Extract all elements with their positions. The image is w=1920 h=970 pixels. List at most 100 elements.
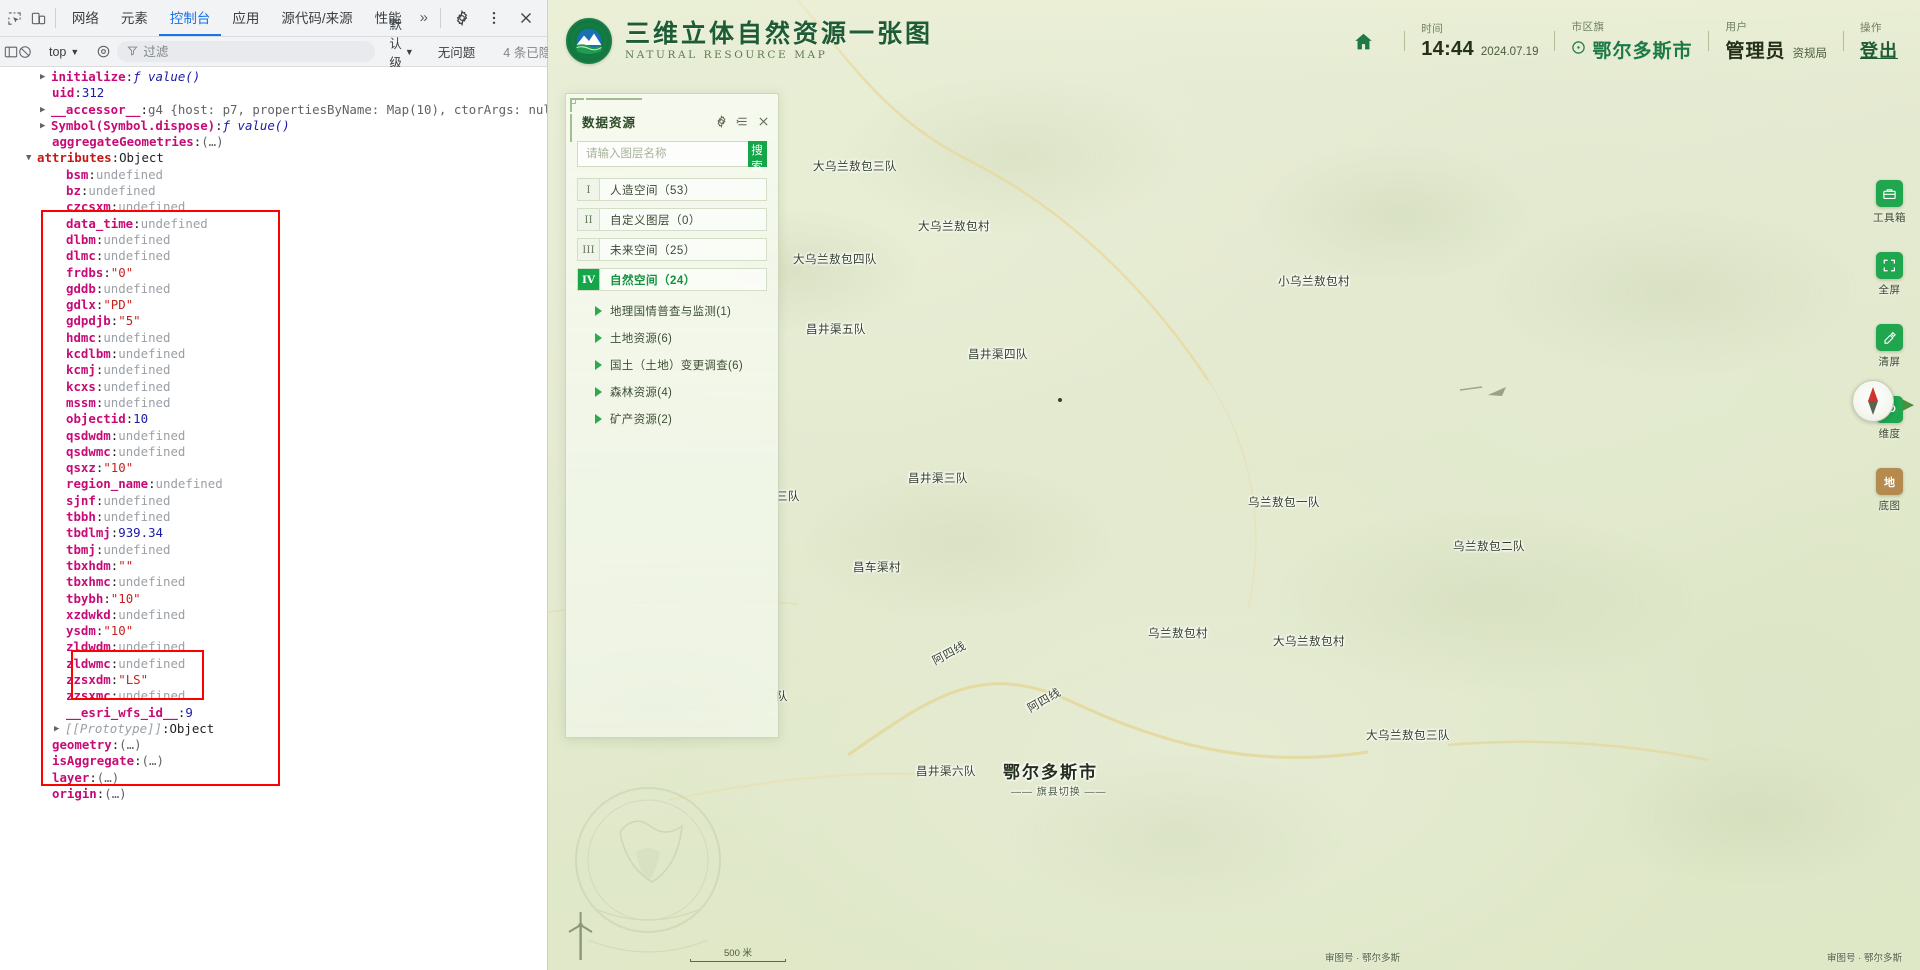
- chevron-right-icon[interactable]: [595, 360, 602, 370]
- tab-console[interactable]: 控制台: [158, 0, 222, 36]
- close-icon[interactable]: [757, 115, 770, 128]
- console-property-row[interactable]: zldwmc: undefined: [0, 656, 547, 672]
- console-property-row[interactable]: uid: 312: [0, 85, 547, 101]
- map-tool-底图[interactable]: 地底图: [1876, 468, 1903, 513]
- chevron-right-icon[interactable]: [595, 306, 602, 316]
- map-tool-全屏[interactable]: 全屏: [1876, 252, 1903, 297]
- chevron-right-icon[interactable]: [595, 333, 602, 343]
- gear-icon[interactable]: [446, 3, 478, 33]
- tab-elements[interactable]: 元素: [110, 0, 159, 36]
- expand-triangle-closed-icon[interactable]: ▶: [40, 69, 51, 85]
- console-filter-box[interactable]: [117, 41, 376, 62]
- console-property-row[interactable]: qsdwmc: undefined: [0, 444, 547, 460]
- fullscreen-icon[interactable]: [1876, 252, 1903, 279]
- logout-button[interactable]: 登出: [1860, 37, 1898, 63]
- console-property-row[interactable]: ▶ __accessor__: g4 {host: p7, propertiesB…: [0, 102, 547, 118]
- tab-sources[interactable]: 源代码/来源: [270, 0, 363, 36]
- layer-tree-node[interactable]: 矿产资源(2): [577, 411, 767, 427]
- layer-search-button[interactable]: 搜索: [748, 141, 767, 173]
- tab-application[interactable]: 应用: [221, 0, 270, 36]
- console-property-row[interactable]: gdlx: "PD": [0, 297, 547, 313]
- map-tool-清屏[interactable]: 清屏: [1876, 324, 1903, 369]
- layer-group-item[interactable]: II 自定义图层（0）: [577, 208, 767, 231]
- layer-group-item[interactable]: III 未来空间（25）: [577, 238, 767, 261]
- console-property-row[interactable]: dlbm: undefined: [0, 232, 547, 248]
- layer-search[interactable]: 搜索: [577, 141, 767, 173]
- console-property-row[interactable]: xzdwkd: undefined: [0, 607, 547, 623]
- device-toolbar-icon[interactable]: [26, 3, 50, 33]
- console-output[interactable]: ▶ initialize: ƒ value() uid: 312 ▶ __accesso…: [0, 67, 547, 970]
- expand-triangle-open-icon[interactable]: ▼: [26, 150, 37, 166]
- console-sidebar-icon[interactable]: [4, 40, 18, 64]
- console-property-row[interactable]: kcxs: undefined: [0, 379, 547, 395]
- console-property-row[interactable]: zzsxmc: undefined: [0, 688, 547, 704]
- console-property-row[interactable]: ▶ Symbol(Symbol.dispose): ƒ value(): [0, 118, 547, 134]
- chevron-right-icon[interactable]: [595, 387, 602, 397]
- console-property-row[interactable]: zldwdm: undefined: [0, 639, 547, 655]
- console-property-row[interactable]: tbbh: undefined: [0, 509, 547, 525]
- console-property-row[interactable]: gddb: undefined: [0, 281, 547, 297]
- console-property-row[interactable]: tbmj: undefined: [0, 542, 547, 558]
- console-property-row[interactable]: layer: (…): [0, 770, 547, 786]
- inspect-element-icon[interactable]: [2, 3, 26, 33]
- layer-tree-node[interactable]: 森林资源(4): [577, 384, 767, 400]
- console-property-row[interactable]: mssm: undefined: [0, 395, 547, 411]
- console-property-row[interactable]: bsm: undefined: [0, 167, 547, 183]
- console-property-row[interactable]: zzsxdm: "LS": [0, 672, 547, 688]
- chevron-right-icon[interactable]: [595, 414, 602, 424]
- console-filter-input[interactable]: [143, 44, 366, 59]
- clear-screen-icon[interactable]: [1876, 324, 1903, 351]
- toolbox-icon[interactable]: [1876, 180, 1903, 207]
- pan-right-icon[interactable]: ▶: [1902, 395, 1914, 413]
- console-property-row[interactable]: aggregateGeometries: (…): [0, 134, 547, 150]
- compass-needle-icon[interactable]: [1852, 380, 1894, 422]
- console-property-row[interactable]: ▶ initialize: ƒ value(): [0, 69, 547, 85]
- expand-triangle-closed-icon[interactable]: ▶: [40, 118, 51, 134]
- collapse-layers-icon[interactable]: [736, 115, 749, 128]
- console-property-row[interactable]: qsdwdm: undefined: [0, 428, 547, 444]
- live-expression-icon[interactable]: [96, 40, 111, 64]
- console-property-row[interactable]: origin: (…): [0, 786, 547, 802]
- console-property-row[interactable]: data_time: undefined: [0, 216, 547, 232]
- console-property-row[interactable]: kcdlbm: undefined: [0, 346, 547, 362]
- layer-group-item[interactable]: I 人造空间（53）: [577, 178, 767, 201]
- gear-icon[interactable]: [715, 115, 728, 128]
- console-property-row[interactable]: isAggregate: (…): [0, 753, 547, 769]
- console-property-row[interactable]: kcmj: undefined: [0, 362, 547, 378]
- layer-search-input[interactable]: [577, 141, 748, 167]
- expand-triangle-closed-icon[interactable]: ▶: [54, 721, 65, 737]
- data-resource-panel[interactable]: 数据资源 请输入图层名称 搜索 I 人造空间（53） II 自定义图层（0） I…: [565, 93, 779, 738]
- console-property-row[interactable]: objectid: 10: [0, 411, 547, 427]
- more-vertical-icon[interactable]: [478, 3, 510, 33]
- city-value-wrap[interactable]: 鄂尔多斯市: [1571, 36, 1692, 63]
- console-property-row[interactable]: qsxz: "10": [0, 460, 547, 476]
- console-property-row[interactable]: frdbs: "0": [0, 265, 547, 281]
- close-icon[interactable]: [510, 3, 542, 33]
- console-property-row[interactable]: tbdlmj: 939.34: [0, 525, 547, 541]
- console-property-row[interactable]: __esri_wfs_id__: 9: [0, 705, 547, 721]
- console-property-row[interactable]: tbxhdm: "": [0, 558, 547, 574]
- home-icon[interactable]: [1347, 31, 1388, 52]
- basemap-icon[interactable]: 地: [1876, 468, 1903, 495]
- console-property-row[interactable]: dlmc: undefined: [0, 248, 547, 264]
- console-property-row[interactable]: geometry: (…): [0, 737, 547, 753]
- layer-tree-node[interactable]: 土地资源(6): [577, 330, 767, 346]
- issues-status[interactable]: 无问题: [430, 42, 484, 61]
- console-property-row[interactable]: tbxhmc: undefined: [0, 574, 547, 590]
- console-property-row[interactable]: bz: undefined: [0, 183, 547, 199]
- console-property-row[interactable]: hdmc: undefined: [0, 330, 547, 346]
- layer-tree-node[interactable]: 国土（土地）变更调查(6): [577, 357, 767, 373]
- console-property-row[interactable]: ▼ attributes: Object: [0, 150, 547, 166]
- layer-group-item[interactable]: IV 自然空间（24）: [577, 268, 767, 291]
- console-property-row[interactable]: czcsxm: undefined: [0, 199, 547, 215]
- console-property-row[interactable]: tbybh: "10": [0, 591, 547, 607]
- header-city-field[interactable]: 市区旗 鄂尔多斯市: [1571, 19, 1692, 63]
- console-property-row[interactable]: region_name: undefined: [0, 476, 547, 492]
- map-application[interactable]: 三维立体自然资源一张图 NATURAL RESOURCE MAP 时间 14:4…: [548, 0, 1920, 970]
- expand-triangle-closed-icon[interactable]: ▶: [40, 102, 51, 118]
- tab-network[interactable]: 网络: [61, 0, 110, 36]
- execution-context-select[interactable]: top ▼: [44, 43, 84, 61]
- clear-console-icon[interactable]: [18, 40, 32, 64]
- brand[interactable]: 三维立体自然资源一张图 NATURAL RESOURCE MAP: [566, 18, 933, 64]
- layer-tree-node[interactable]: 地理国情普查与监测(1): [577, 303, 767, 319]
